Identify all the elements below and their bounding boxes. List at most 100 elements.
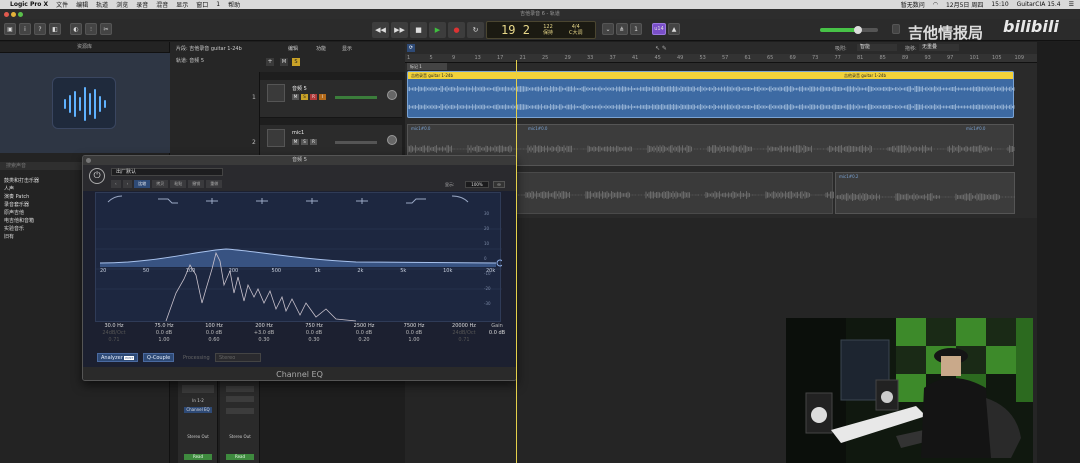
mute-button[interactable]: M [292, 139, 299, 145]
menu-record[interactable]: 录音 [136, 0, 148, 9]
redo-button[interactable]: 重做 [206, 180, 223, 188]
library-item[interactable]: 人声 [4, 185, 14, 192]
inspector-toggle-icon[interactable]: i [19, 23, 31, 35]
library-search-input[interactable]: 搜索声音 [0, 162, 82, 170]
ruler[interactable]: 1 5 9 13 17 21 25 29 33 37 41 45 49 53 57 61 65 69 73 77 81 8… [405, 54, 1037, 63]
slot-button[interactable] [226, 386, 254, 392]
menu-view-local[interactable]: 显示 [342, 45, 352, 52]
mode-icon[interactable]: ⌄ [602, 23, 614, 35]
library-item[interactable]: 旧有 [4, 233, 14, 240]
volume-fader[interactable] [335, 96, 377, 99]
menu-edit-local[interactable]: 编辑 [288, 45, 298, 52]
global-solo-button[interactable]: S [292, 58, 300, 66]
tuner-icon[interactable]: ⋔ [616, 23, 628, 35]
input-slot[interactable]: In 1-2 [182, 398, 214, 403]
band-6-params[interactable]: 2500 Hz 0.0 dB 0.20 [339, 323, 389, 344]
app-menu[interactable]: Logic Pro X [10, 1, 48, 8]
library-toggle-icon[interactable]: ▣ [4, 23, 16, 35]
band-4-params[interactable]: 200 Hz +3.0 dB 0.30 [239, 323, 289, 344]
close-plugin-icon[interactable] [86, 158, 91, 163]
mixer-icon[interactable]: ⫶ [85, 23, 97, 35]
preset-select[interactable]: 出厂默认 [111, 168, 223, 176]
control-center-icon[interactable]: ☰ [1069, 1, 1074, 8]
forward-button[interactable]: ▶▶ [391, 22, 408, 38]
paste-button[interactable]: 粘贴 [170, 180, 187, 188]
next-preset-button[interactable]: › [122, 180, 133, 188]
analyzer-button[interactable]: Analyzer POST [97, 353, 139, 362]
compare-button[interactable]: 比较 [134, 180, 151, 188]
rewind-button[interactable]: ◀◀ [372, 22, 389, 38]
menu-browse[interactable]: 浏览 [116, 0, 128, 9]
menu-mix[interactable]: 混音 [156, 0, 168, 9]
menu-1[interactable]: 1 [216, 1, 220, 8]
menu-track[interactable]: 轨道 [96, 0, 108, 9]
track-name[interactable]: 音频 5 [292, 85, 307, 92]
cycle-button[interactable]: ↻ [467, 22, 484, 38]
smart-controls-icon[interactable]: ◐ [70, 23, 82, 35]
display-zoom-select[interactable]: 100% [465, 181, 489, 188]
metronome-icon[interactable]: ▲ [668, 23, 680, 35]
menu-view[interactable]: 显示 [176, 0, 188, 9]
master-volume-slider[interactable] [820, 26, 878, 34]
playhead[interactable] [516, 60, 517, 463]
wifi-icon[interactable]: ◠ [933, 1, 938, 8]
menu-file[interactable]: 文件 [56, 0, 68, 9]
band-2-params[interactable]: 75.0 Hz 0.0 dB 1.00 [139, 323, 189, 344]
link-icon[interactable]: ∞ [493, 181, 505, 188]
global-mute-button[interactable]: M [280, 58, 288, 66]
record-enable-button[interactable]: R [310, 94, 317, 100]
lcd-display[interactable]: 19 2 122 保持 4/4 C大调 [486, 21, 596, 39]
eq-graph[interactable]: 20 50 100 200 500 1k 2k 5k 10k 20k 30 20 10 0 -10 -20-… [95, 192, 504, 322]
plugin-slot[interactable]: Channel EQ [184, 407, 212, 413]
marker[interactable]: 标记 1 [407, 63, 447, 70]
close-window-icon[interactable] [4, 12, 9, 17]
track-row[interactable]: 1 音频 5 M S R I [252, 80, 402, 118]
output-slot[interactable]: Stereo Out [182, 434, 214, 439]
band-5-params[interactable]: 750 Hz 0.0 dB 0.30 [289, 323, 339, 344]
count-in-icon[interactable]: 1 [630, 23, 642, 35]
clock-text[interactable]: 15:10 [991, 1, 1008, 8]
minimize-window-icon[interactable] [11, 12, 16, 17]
mute-button[interactable]: M [292, 94, 299, 100]
band-7-params[interactable]: 7500 Hz 0.0 dB 1.00 [389, 323, 439, 344]
menu-edit[interactable]: 编辑 [76, 0, 88, 9]
undo-button[interactable]: 撤销 [188, 180, 205, 188]
library-item[interactable]: 鼓类和打击乐器 [4, 177, 39, 184]
track-inspector-label[interactable]: 轨道: 音频 5 [176, 57, 204, 64]
pan-knob[interactable] [387, 90, 397, 100]
track-name[interactable]: mic1 [292, 130, 304, 136]
user-extra[interactable]: GuitarCIA 15.4 [1017, 1, 1061, 8]
record-button[interactable]: ● [448, 22, 465, 38]
library-item[interactable]: 录音套乐器 [4, 201, 29, 208]
analyzer-mode[interactable]: POST [124, 356, 135, 360]
slot-button[interactable] [226, 396, 254, 402]
band-3-params[interactable]: 100 Hz 0.0 dB 0.60 [189, 323, 239, 344]
toolbar-icon[interactable]: ◧ [49, 23, 61, 35]
eq-thumbnail[interactable] [182, 385, 214, 393]
processing-select[interactable]: Stereo [215, 353, 261, 362]
drag-select[interactable]: 无重叠 [919, 44, 959, 51]
output-slot[interactable]: Stereo Out [224, 434, 256, 439]
chip-u14[interactable]: u14 [652, 23, 666, 35]
menu-help[interactable]: 帮助 [228, 0, 240, 9]
play-button[interactable]: ▶ [429, 22, 446, 38]
library-item[interactable]: 实验音乐 [4, 225, 24, 232]
audio-region[interactable]: mic1#0.2 [835, 172, 1015, 214]
qcouple-button[interactable]: Q-Couple [143, 353, 175, 362]
library-item[interactable]: 演奏 Patch [4, 193, 29, 200]
automation-mode[interactable]: Read [226, 454, 254, 460]
zoom-window-icon[interactable] [18, 12, 23, 17]
input-monitor-button[interactable]: I [319, 94, 326, 100]
library-item[interactable]: 电吉他和音箱 [4, 217, 34, 224]
date-text[interactable]: 12月5日 周四 [946, 0, 983, 9]
pointer-tool-icon[interactable]: ↖ ✎ [655, 45, 667, 52]
master-gain[interactable]: Gain 0.0 dB [479, 323, 515, 337]
menu-function-local[interactable]: 功能 [316, 45, 326, 52]
menu-window[interactable]: 窗口 [196, 0, 208, 9]
audio-region[interactable]: 吉他录音 guitar 1-24b 吉他录音 guitar 1-24b [407, 71, 1015, 118]
solo-button[interactable]: S [301, 94, 308, 100]
solo-button[interactable]: S [301, 139, 308, 145]
record-enable-button[interactable]: R [310, 139, 317, 145]
stop-button[interactable]: ■ [410, 22, 427, 38]
catch-icon[interactable]: ⟳ [407, 44, 415, 52]
